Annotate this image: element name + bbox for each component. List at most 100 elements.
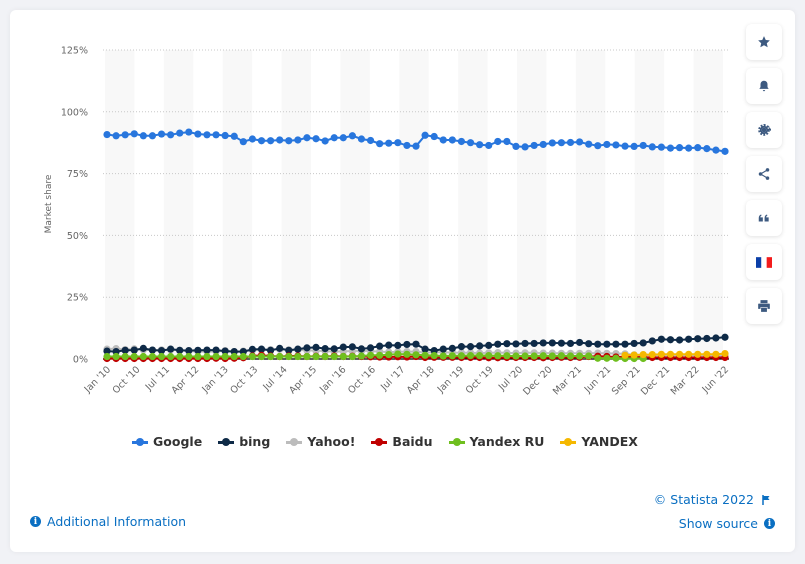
data-point[interactable]	[194, 346, 202, 354]
data-point[interactable]	[712, 350, 720, 358]
data-point[interactable]	[139, 344, 147, 352]
data-point[interactable]	[594, 354, 602, 362]
data-point[interactable]	[112, 352, 120, 361]
data-point[interactable]	[103, 352, 111, 361]
data-point[interactable]	[448, 344, 456, 352]
data-point[interactable]	[512, 352, 520, 360]
data-point[interactable]	[694, 350, 702, 358]
data-point[interactable]	[457, 137, 466, 146]
data-point[interactable]	[485, 341, 493, 350]
data-point[interactable]	[466, 343, 475, 351]
data-point[interactable]	[721, 147, 729, 155]
data-point[interactable]	[612, 354, 620, 362]
data-point[interactable]	[439, 136, 447, 144]
data-point[interactable]	[476, 342, 484, 350]
data-point[interactable]	[412, 142, 420, 150]
data-point[interactable]	[248, 345, 257, 353]
data-point[interactable]	[157, 130, 166, 138]
data-point[interactable]	[457, 343, 466, 351]
data-point[interactable]	[485, 141, 493, 150]
data-point[interactable]	[612, 141, 620, 149]
data-point[interactable]	[112, 132, 120, 140]
data-point[interactable]	[594, 340, 602, 348]
data-point[interactable]	[539, 339, 547, 347]
data-point[interactable]	[648, 143, 656, 151]
data-point[interactable]	[585, 140, 593, 148]
data-point[interactable]	[630, 339, 638, 348]
data-point[interactable]	[212, 131, 220, 139]
data-point[interactable]	[466, 139, 475, 147]
data-point[interactable]	[575, 352, 584, 360]
data-point[interactable]	[366, 344, 375, 352]
data-point[interactable]	[703, 145, 711, 153]
data-point[interactable]	[366, 136, 375, 145]
data-point[interactable]	[603, 354, 611, 362]
data-point[interactable]	[312, 352, 320, 361]
data-point[interactable]	[557, 339, 566, 347]
data-point[interactable]	[276, 344, 284, 352]
data-point[interactable]	[303, 134, 311, 142]
data-point[interactable]	[575, 338, 584, 347]
data-point[interactable]	[603, 340, 611, 348]
data-point[interactable]	[312, 343, 320, 351]
data-point[interactable]	[512, 340, 520, 348]
data-point[interactable]	[230, 352, 238, 361]
data-point[interactable]	[239, 352, 247, 361]
data-point[interactable]	[376, 351, 384, 359]
data-point[interactable]	[121, 131, 129, 139]
data-point[interactable]	[376, 342, 384, 350]
language-button[interactable]	[746, 244, 782, 280]
data-point[interactable]	[657, 143, 665, 151]
data-point[interactable]	[639, 339, 647, 347]
data-point[interactable]	[330, 352, 338, 361]
data-point[interactable]	[712, 146, 720, 154]
data-point[interactable]	[721, 349, 729, 358]
data-point[interactable]	[466, 351, 475, 360]
data-point[interactable]	[548, 139, 556, 147]
data-point[interactable]	[139, 132, 147, 140]
data-point[interactable]	[557, 352, 566, 360]
data-point[interactable]	[430, 132, 438, 141]
data-point[interactable]	[621, 340, 629, 348]
data-point[interactable]	[675, 350, 684, 358]
data-point[interactable]	[557, 139, 566, 147]
data-point[interactable]	[257, 345, 266, 353]
data-point[interactable]	[185, 128, 193, 136]
data-point[interactable]	[230, 132, 238, 140]
data-point[interactable]	[639, 350, 647, 359]
data-point[interactable]	[694, 335, 702, 343]
data-point[interactable]	[448, 136, 456, 144]
data-point[interactable]	[103, 130, 111, 139]
data-point[interactable]	[248, 135, 257, 143]
data-point[interactable]	[148, 346, 157, 354]
data-point[interactable]	[521, 352, 529, 360]
show-source-link[interactable]: Show source i	[679, 516, 775, 531]
data-point[interactable]	[712, 334, 720, 342]
data-point[interactable]	[575, 138, 584, 146]
legend-item-yandex-ru[interactable]: Yandex RU	[448, 434, 544, 449]
data-point[interactable]	[348, 132, 356, 140]
data-point[interactable]	[339, 343, 347, 351]
data-point[interactable]	[248, 352, 257, 361]
cite-button[interactable]	[746, 200, 782, 236]
data-point[interactable]	[257, 352, 266, 361]
data-point[interactable]	[448, 352, 456, 360]
data-point[interactable]	[357, 352, 366, 360]
data-point[interactable]	[130, 346, 138, 354]
additional-information-link[interactable]: i Additional Information	[30, 514, 186, 529]
data-point[interactable]	[530, 339, 538, 348]
data-point[interactable]	[394, 341, 402, 350]
share-button[interactable]	[746, 156, 782, 192]
data-point[interactable]	[675, 336, 684, 344]
data-point[interactable]	[503, 340, 511, 348]
data-point[interactable]	[285, 352, 293, 361]
data-point[interactable]	[621, 142, 629, 150]
data-point[interactable]	[485, 351, 493, 360]
data-point[interactable]	[394, 139, 402, 147]
data-point[interactable]	[512, 142, 520, 151]
data-point[interactable]	[376, 140, 384, 148]
data-point[interactable]	[685, 350, 693, 358]
data-point[interactable]	[439, 352, 447, 360]
data-point[interactable]	[639, 141, 647, 150]
data-point[interactable]	[430, 351, 438, 360]
